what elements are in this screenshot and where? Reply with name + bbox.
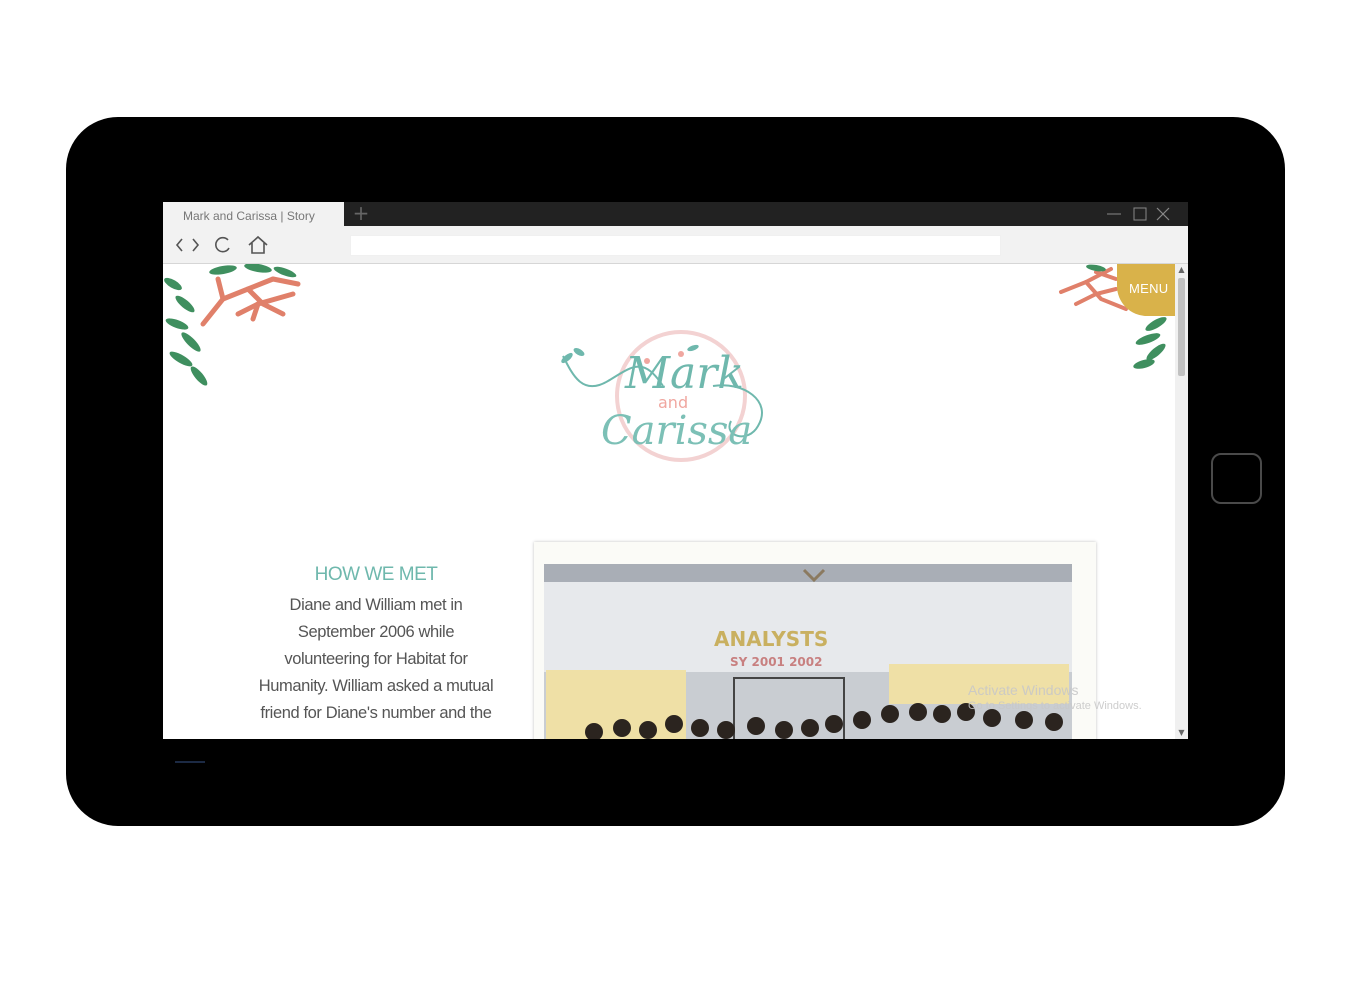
watermark-subtitle: Go to Settings to activate Windows. <box>968 700 1142 712</box>
story-heading: HOW WE MET <box>314 564 438 585</box>
story-line: September 2006 while <box>297 623 455 641</box>
photo-banner-sub: SY 2001 2002 <box>730 655 822 669</box>
browser-toolbar <box>163 226 1188 263</box>
scroll-thumb[interactable] <box>1178 278 1185 376</box>
reload-icon[interactable] <box>211 234 235 256</box>
browser-window: Mark and Carissa | Story + MENU Mark and… <box>163 202 1188 739</box>
logo-word-mark: Mark <box>624 348 744 399</box>
web-page: MENU Mark and Carissa HOW WE MET Diane a… <box>163 264 1175 739</box>
story-line: Humanity. William asked a mutual <box>258 677 494 695</box>
activate-windows-watermark: Activate Windows Go to Settings to activ… <box>968 682 1142 712</box>
tab-active[interactable]: Mark and Carissa | Story <box>163 202 344 226</box>
tab-bar: Mark and Carissa | Story + <box>163 202 1188 226</box>
close-icon[interactable] <box>1153 204 1173 224</box>
story-section: HOW WE MET Diane and William met in Sept… <box>253 564 499 727</box>
minimize-icon[interactable] <box>1104 204 1124 224</box>
scroll-down-arrow-icon[interactable]: ▼ <box>1175 727 1188 739</box>
story-body: Diane and William met in September 2006 … <box>253 592 499 727</box>
vertical-scrollbar[interactable]: ▲ ▼ <box>1175 264 1188 739</box>
tablet-home-button[interactable] <box>1211 453 1262 504</box>
plus-icon[interactable]: + <box>351 202 371 226</box>
logo-word-carissa: Carissa <box>601 408 752 454</box>
coral-leaves-decoration-left <box>164 264 301 386</box>
taskbar-indicator <box>175 761 205 763</box>
site-logo[interactable]: Mark and Carissa <box>553 326 777 466</box>
watermark-title: Activate Windows <box>968 682 1079 698</box>
photo-banner-title: ANALYSTS <box>714 627 828 651</box>
maximize-icon[interactable] <box>1130 204 1150 224</box>
story-line: Diane and William met in <box>289 596 463 614</box>
scroll-up-arrow-icon[interactable]: ▲ <box>1175 264 1188 276</box>
address-bar[interactable] <box>350 235 1001 256</box>
story-line: volunteering for Habitat for <box>284 650 468 668</box>
home-icon[interactable] <box>246 234 270 256</box>
forward-icon[interactable] <box>185 234 209 256</box>
story-line: friend for Diane's number and the <box>260 704 492 722</box>
